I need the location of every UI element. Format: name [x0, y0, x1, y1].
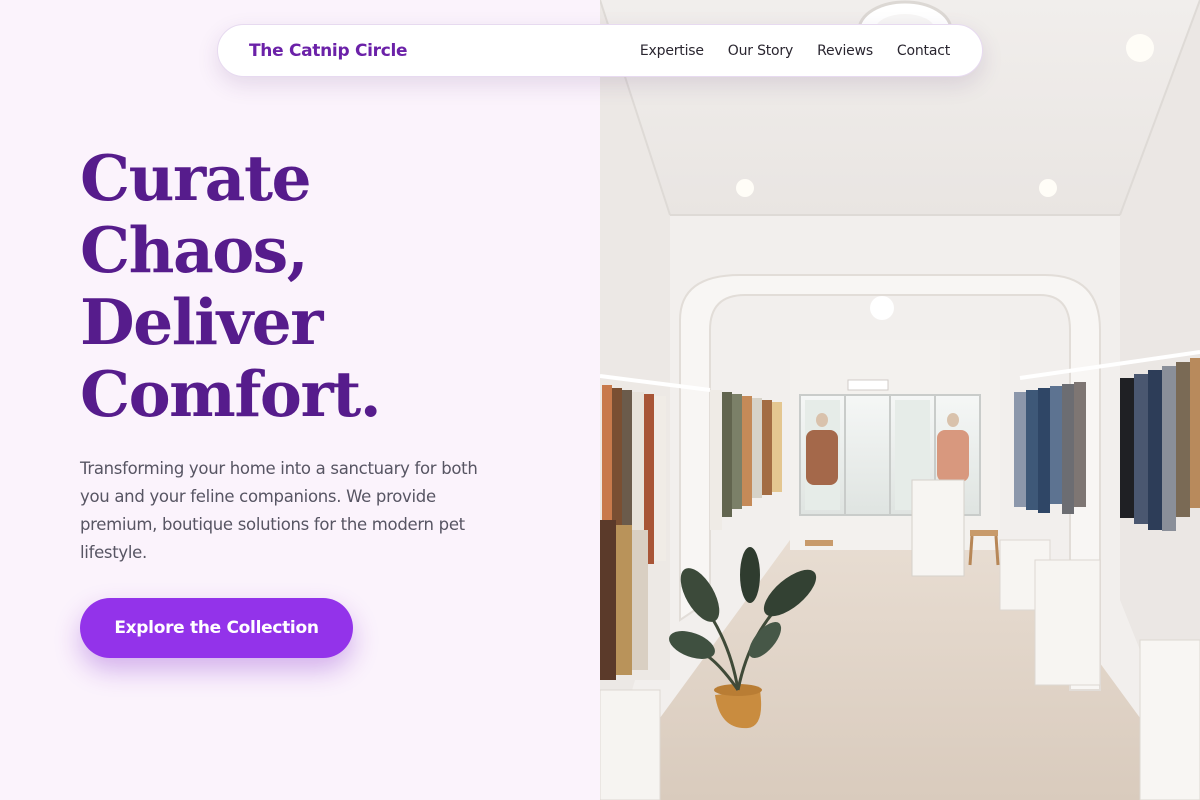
- nav-link-reviews[interactable]: Reviews: [817, 43, 873, 59]
- nav-links: Expertise Our Story Reviews Contact: [640, 43, 950, 59]
- nav-link-our-story[interactable]: Our Story: [728, 43, 793, 59]
- hero-headline-line: Deliver: [80, 285, 323, 359]
- hero-headline: Curate Chaos, Deliver Comfort.: [80, 142, 550, 430]
- top-navigation-bar: The Catnip Circle Expertise Our Story Re…: [217, 24, 983, 77]
- nav-link-contact[interactable]: Contact: [897, 43, 950, 59]
- nav-link-expertise[interactable]: Expertise: [640, 43, 704, 59]
- explore-collection-button[interactable]: Explore the Collection: [80, 598, 353, 658]
- brand-logo-text[interactable]: The Catnip Circle: [249, 41, 408, 61]
- hero-headline-line: Curate: [80, 141, 312, 215]
- boutique-store-photo: [600, 0, 1200, 800]
- hero-description: Transforming your home into a sanctuary …: [80, 459, 478, 562]
- hero-headline-line: Chaos,: [80, 213, 309, 287]
- hero-headline-line: Comfort.: [80, 357, 382, 431]
